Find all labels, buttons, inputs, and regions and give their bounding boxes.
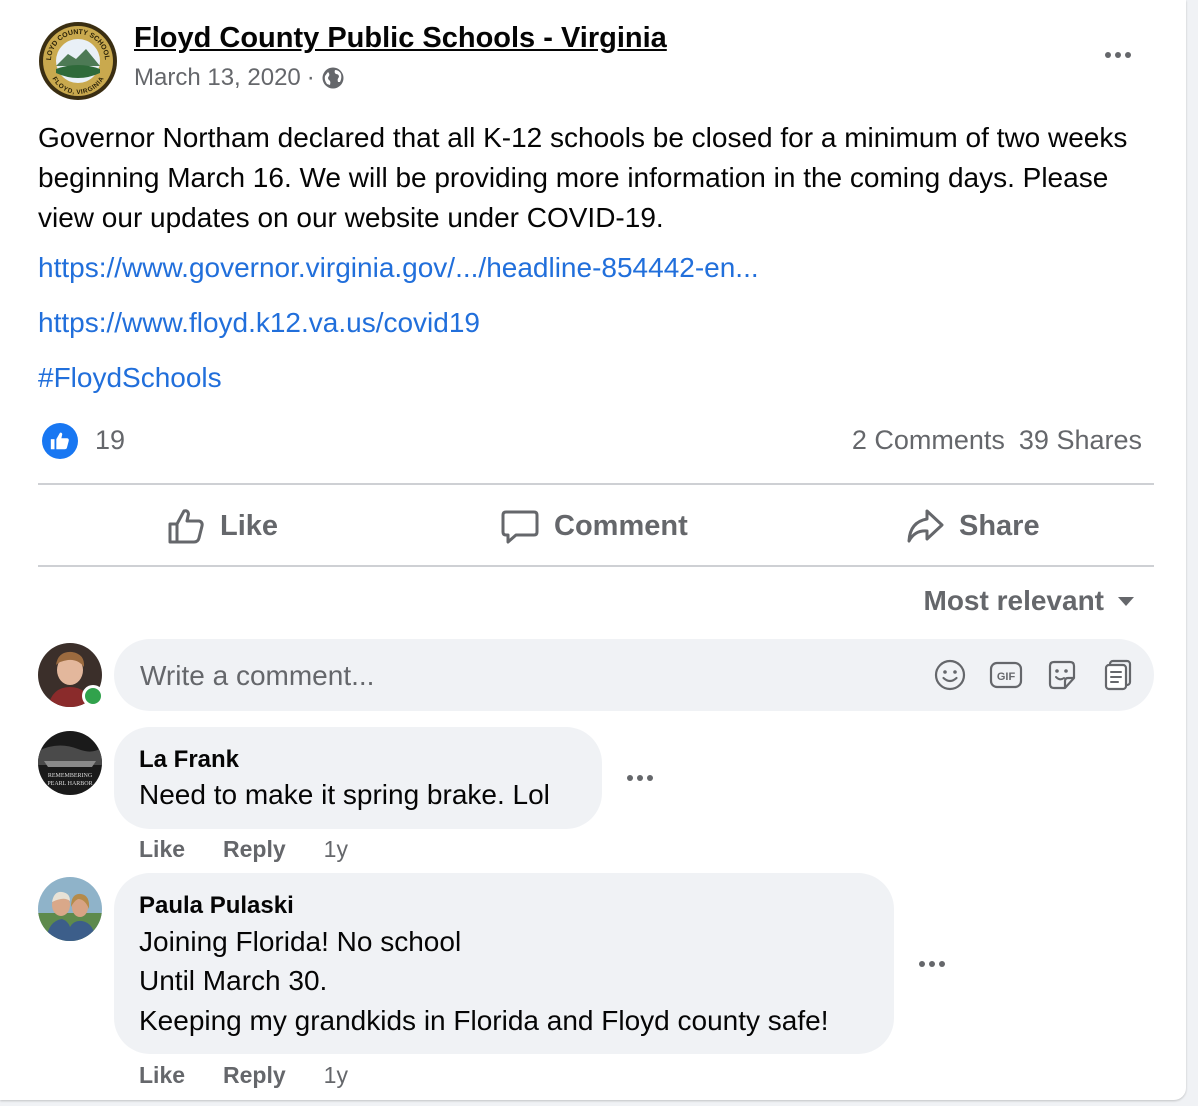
school-covid-link[interactable]: https://www.floyd.k12.va.us/covid19 bbox=[38, 307, 480, 339]
comment-timestamp[interactable]: 1y bbox=[324, 1062, 348, 1089]
commenter-avatar[interactable]: REMEMBERING PEARL HARBOR bbox=[38, 731, 102, 795]
dot-icon bbox=[929, 961, 935, 967]
avatar-sticker-icon[interactable] bbox=[1099, 656, 1137, 694]
reaction-count[interactable]: 19 bbox=[95, 425, 125, 456]
sort-label: Most relevant bbox=[923, 585, 1105, 616]
avatar-caption-1: REMEMBERING bbox=[48, 773, 93, 779]
shares-count-link[interactable]: 39 Shares bbox=[1019, 425, 1142, 456]
dot-icon bbox=[637, 775, 643, 781]
post-body: Governor Northam declared that all K-12 … bbox=[38, 122, 1128, 233]
comment-timestamp[interactable]: 1y bbox=[324, 836, 348, 863]
gif-icon[interactable]: GIF bbox=[987, 656, 1025, 694]
globe-icon bbox=[322, 67, 344, 89]
dot-icon bbox=[647, 775, 653, 781]
like-button[interactable]: Like bbox=[166, 496, 278, 556]
share-arrow-icon bbox=[907, 509, 944, 543]
smiley-face-icon bbox=[934, 659, 966, 691]
avatar-caption-2: PEARL HARBOR bbox=[47, 781, 92, 787]
caret-down-icon bbox=[1118, 596, 1134, 606]
comment-sort-dropdown[interactable]: Most relevant bbox=[923, 585, 1134, 617]
comment-actions: Like Reply 1y bbox=[139, 836, 348, 863]
sticker-face-icon bbox=[1048, 660, 1076, 690]
comment-like-button[interactable]: Like bbox=[139, 1062, 185, 1089]
share-button[interactable]: Share bbox=[905, 496, 1040, 556]
dot-icon bbox=[1115, 52, 1121, 58]
comment-text-line: Need to make it spring brake. Lol bbox=[139, 779, 550, 810]
gif-badge-icon: GIF bbox=[989, 661, 1023, 689]
thumbs-up-outline-icon bbox=[168, 509, 204, 544]
comment-button[interactable]: Comment bbox=[500, 496, 688, 556]
comment-bubble-icon bbox=[501, 510, 539, 544]
post-meta: March 13, 2020 · bbox=[134, 64, 345, 92]
online-status-indicator bbox=[82, 685, 104, 707]
dot-icon bbox=[919, 961, 925, 967]
hashtag-link[interactable]: #FloydSchools bbox=[38, 362, 222, 394]
like-reaction-icon[interactable] bbox=[42, 423, 78, 459]
comment-reply-button[interactable]: Reply bbox=[223, 1062, 286, 1089]
couple-photo-avatar bbox=[38, 877, 102, 941]
pearl-harbor-avatar-image: REMEMBERING PEARL HARBOR bbox=[38, 731, 102, 795]
comment-text-line: Joining Florida! No school bbox=[139, 926, 462, 957]
dot-icon bbox=[1105, 52, 1111, 58]
governor-link[interactable]: https://www.governor.virginia.gov/.../he… bbox=[38, 252, 759, 284]
comment-text-line: Until March 30. bbox=[139, 965, 328, 996]
comment-options-button[interactable] bbox=[620, 763, 660, 793]
meta-separator: · bbox=[306, 64, 315, 91]
comment-options-button[interactable] bbox=[912, 949, 952, 979]
cards-icon bbox=[1104, 659, 1132, 691]
comment-bubble: Paula Pulaski Joining Florida! No school… bbox=[114, 873, 894, 1054]
comment-author-link[interactable]: La Frank bbox=[139, 746, 239, 774]
page-avatar[interactable]: FLOYD COUNTY SCHOOLS FLOYD, VIRGINIA bbox=[38, 21, 118, 101]
emoji-icon[interactable] bbox=[931, 656, 969, 694]
comment-author-link[interactable]: Paula Pulaski bbox=[139, 892, 294, 920]
comment-like-button[interactable]: Like bbox=[139, 836, 185, 863]
dot-icon bbox=[1125, 52, 1131, 58]
page-name-link[interactable]: Floyd County Public Schools - Virginia bbox=[134, 22, 667, 55]
dot-icon bbox=[627, 775, 633, 781]
comment-label: Comment bbox=[554, 509, 688, 542]
sticker-icon[interactable] bbox=[1043, 656, 1081, 694]
comment-bubble: La Frank Need to make it spring brake. L… bbox=[114, 727, 602, 829]
dot-icon bbox=[939, 961, 945, 967]
commenter-avatar[interactable] bbox=[38, 877, 102, 941]
divider bbox=[38, 483, 1154, 485]
post-options-button[interactable] bbox=[1098, 40, 1138, 70]
comments-count-link[interactable]: 2 Comments bbox=[852, 425, 1005, 456]
post-stats: 2 Comments 39 Shares bbox=[852, 425, 1142, 456]
share-label: Share bbox=[959, 509, 1040, 542]
comment-input[interactable] bbox=[138, 657, 902, 695]
post-date[interactable]: March 13, 2020 bbox=[134, 64, 301, 92]
comment-actions: Like Reply 1y bbox=[139, 1062, 348, 1089]
thumbs-up-icon bbox=[50, 432, 69, 450]
gif-text: GIF bbox=[997, 671, 1016, 683]
post-card: FLOYD COUNTY SCHOOLS FLOYD, VIRGINIA Flo… bbox=[0, 0, 1186, 1100]
comment-reply-button[interactable]: Reply bbox=[223, 836, 286, 863]
comment-text-line: Keeping my grandkids in Florida and Floy… bbox=[139, 1005, 829, 1036]
divider bbox=[38, 565, 1154, 567]
like-label: Like bbox=[220, 509, 279, 542]
school-seal-logo: FLOYD COUNTY SCHOOLS FLOYD, VIRGINIA bbox=[38, 21, 117, 100]
